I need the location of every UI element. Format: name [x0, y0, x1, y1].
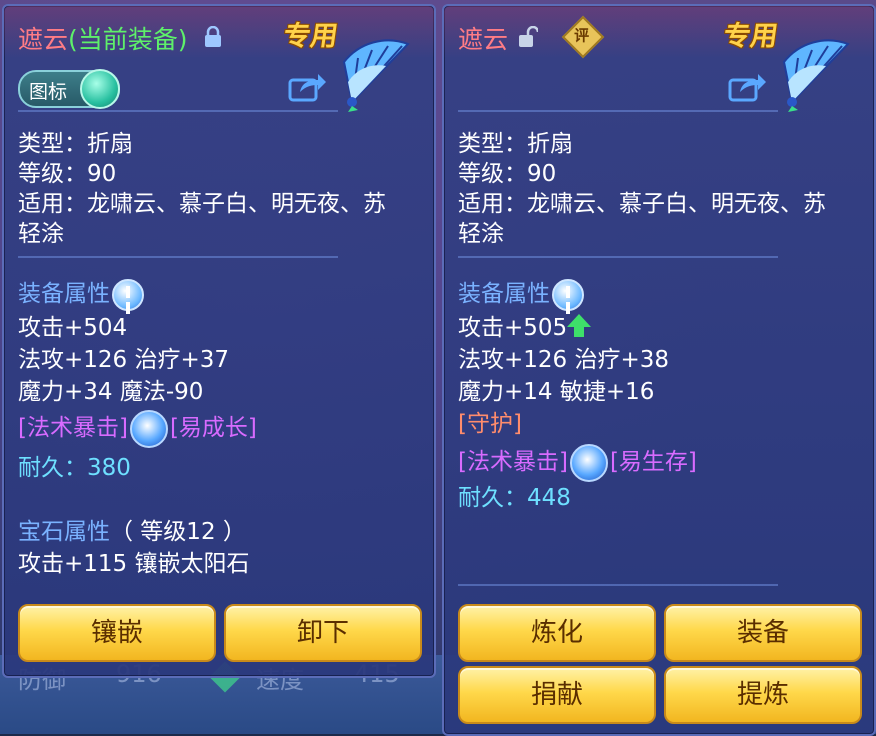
item-name-text: 遮云 [18, 25, 69, 54]
durability-value: 448 [527, 485, 571, 511]
skill-easy-growth: [易成长] [169, 415, 257, 441]
item-name: 遮云 [458, 25, 509, 54]
gem-title: 宝石属性 [18, 519, 110, 545]
item-level: 等级：90 [18, 161, 117, 187]
toggle-knob [80, 69, 120, 109]
magic-heal-stat: 法攻+126 治疗+37 [18, 347, 230, 373]
exclusive-label: 专用 [281, 21, 340, 52]
gem-effect: 攻击+115 镶嵌太阳石 [18, 551, 250, 577]
skill-swirl-icon [129, 409, 168, 448]
item-name: 遮云(当前装备) [18, 20, 188, 56]
share-icon[interactable] [288, 70, 328, 102]
item-type: 类型：折扇 [18, 131, 133, 157]
header-divider [458, 110, 778, 112]
item-applicable-line2: 轻涂 [18, 221, 64, 247]
unequip-button[interactable]: 卸下 [224, 604, 422, 662]
magic-heal-stat: 法攻+126 治疗+38 [458, 347, 670, 373]
skill-spell-crit: [法术暴击] [18, 415, 128, 441]
item-level: 等级：90 [458, 161, 557, 187]
compare-item-tooltip: 遮云 评 专用 类型：折扇 等级：90 适用：龙啸云、慕子白、明无夜、苏 轻涂 … [442, 4, 876, 736]
durability: 耐久：380 [18, 448, 131, 482]
exclusive-label: 专用 [721, 21, 780, 52]
skill-swirl-icon [569, 443, 608, 482]
share-icon[interactable] [728, 70, 768, 102]
special-skills: [法术暴击] [易成长] [18, 408, 257, 448]
special-skills: [法术暴击] [易生存] [458, 442, 697, 482]
equipment-attributes-title: 装备属性 [458, 274, 586, 311]
donate-button[interactable]: 捐献 [458, 666, 656, 724]
equipped-item-tooltip: 遮云(当前装备) 专用 图标 类型：折扇 等级：90 适用：龙啸云、慕子白、明无… [2, 4, 436, 678]
footer-divider [458, 584, 778, 586]
inlay-button[interactable]: 镶嵌 [18, 604, 216, 662]
durability-label: 耐久： [458, 485, 527, 511]
extract-button[interactable]: 提炼 [664, 666, 862, 724]
lock-closed-icon[interactable] [204, 26, 222, 48]
info-icon[interactable] [112, 278, 144, 311]
equipment-attributes-title: 装备属性 [18, 274, 146, 311]
icon-toggle-label: 图标 [29, 81, 68, 103]
info-icon[interactable] [552, 278, 584, 311]
attack-stat-text: 攻击+505 [458, 315, 568, 341]
attributes-title-text: 装备属性 [18, 281, 110, 307]
special-guard: [守护] [458, 411, 522, 437]
stat-up-arrow-icon [567, 314, 592, 337]
mana-agility-stat: 魔力+14 敏捷+16 [458, 379, 655, 405]
section-divider [458, 256, 778, 258]
rating-icon-label: 评 [574, 26, 590, 45]
item-type: 类型：折扇 [458, 131, 573, 157]
item-applicable-line2: 轻涂 [458, 221, 504, 247]
equip-button[interactable]: 装备 [664, 604, 862, 662]
item-applicable-line1: 适用：龙啸云、慕子白、明无夜、苏 [458, 191, 826, 217]
fan-weapon-icon [782, 39, 850, 112]
skill-spell-crit: [法术暴击] [458, 449, 568, 475]
icon-toggle[interactable]: 图标 [18, 69, 120, 109]
attack-stat: 攻击+504 [18, 315, 128, 341]
current-equipped-tag: (当前装备) [68, 25, 188, 54]
attack-stat: 攻击+505 [458, 308, 592, 342]
durability: 耐久：448 [458, 478, 571, 512]
attributes-title-text: 装备属性 [458, 281, 550, 307]
mana-stat: 魔力+34 魔法-90 [18, 379, 204, 405]
skill-easy-survival: [易生存] [609, 449, 697, 475]
durability-label: 耐久： [18, 455, 87, 481]
item-applicable-line1: 适用：龙啸云、慕子白、明无夜、苏 [18, 191, 386, 217]
section-divider [18, 256, 338, 258]
header-divider [18, 110, 338, 112]
durability-value: 380 [87, 455, 131, 481]
fan-weapon-icon [342, 39, 410, 112]
lock-open-icon[interactable] [518, 26, 538, 48]
gem-level: （ 等级12 ） [110, 519, 246, 545]
refine-button[interactable]: 炼化 [458, 604, 656, 662]
gem-attributes: 宝石属性（ 等级12 ） [18, 512, 246, 546]
